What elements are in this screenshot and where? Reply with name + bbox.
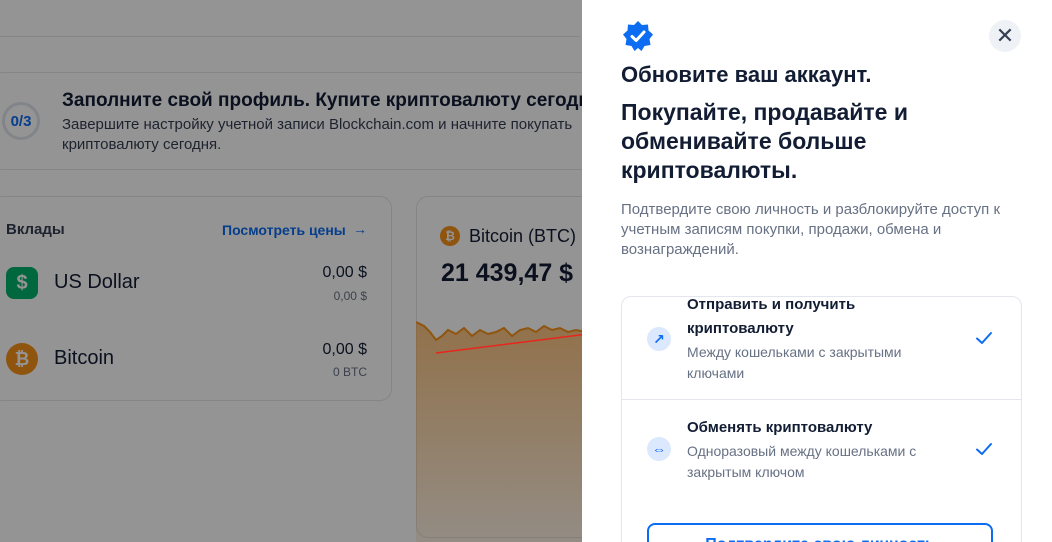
- check-icon: [976, 443, 992, 455]
- flyout-description: Подтвердите свою личность и разблокируйт…: [621, 201, 1001, 258]
- feature-subtitle-send-receive: Между кошельками с закрытыми ключами: [687, 344, 902, 381]
- check-icon: [976, 332, 992, 344]
- close-icon[interactable]: ✕: [989, 20, 1021, 52]
- feature-title-send-receive: Отправить и получить криптовалюту: [687, 296, 856, 337]
- flyout-title: Обновите ваш аккаунт.: [621, 62, 872, 87]
- upgrade-account-flyout: ✕ Обновите ваш аккаунт. Покупайте, прода…: [582, 0, 1052, 542]
- arrow-up-right-icon: ↗: [647, 327, 671, 351]
- divider: [621, 399, 1021, 400]
- feature-title-swap: Обменять криптовалюту: [687, 419, 873, 436]
- verify-identity-button[interactable]: Подтвердите свою личность: [647, 523, 993, 542]
- modal-backdrop[interactable]: [0, 0, 582, 542]
- verified-badge-icon: [623, 21, 653, 51]
- flyout-headline: Покупайте, продавайте и обменивайте боль…: [621, 99, 908, 183]
- swap-icon: ⇔: [647, 437, 671, 461]
- feature-subtitle-swap: Одноразовый между кошельками с закрытым …: [687, 443, 917, 480]
